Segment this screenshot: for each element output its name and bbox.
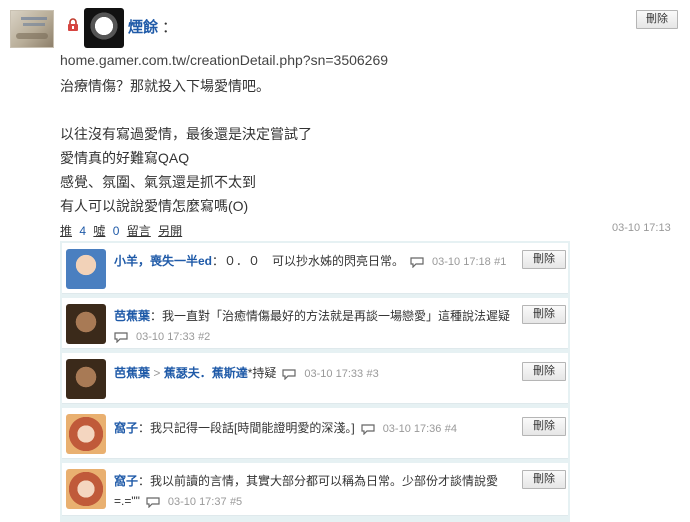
comment-item: 芭蕉葉：我一直對「治癒情傷最好的方法就是再談一場戀愛」這種說法遲疑 03-10 …	[62, 298, 568, 349]
lock-icon	[68, 18, 78, 31]
author-name[interactable]: 煙餘	[128, 16, 158, 37]
commenter-avatar[interactable]	[66, 304, 106, 344]
comment-floor: #2	[198, 331, 211, 343]
commenter-avatar[interactable]	[66, 249, 106, 289]
comment-text-continued: =.=""	[114, 494, 140, 508]
post-line: 愛情真的好難寫QAQ	[60, 150, 190, 166]
comment-timestamp: 03-10 17:18	[432, 256, 491, 268]
comment-timestamp: 03-10 17:37	[167, 496, 227, 508]
reply-bubble-icon[interactable]	[146, 496, 160, 508]
comment-item: 芭蕉葉 > 蕉瑟夫．蕉斯達*持疑 03-10 17:33 #3 刪除	[62, 353, 568, 404]
commenter-avatar[interactable]	[66, 469, 106, 509]
post-line: 治療情傷？那就投入下場愛情吧。	[60, 78, 270, 94]
commenter-name[interactable]: 窩子	[114, 421, 138, 435]
boo-button[interactable]: 噓	[93, 224, 105, 238]
reply-bubble-icon[interactable]	[114, 331, 128, 343]
reply-separator: >	[153, 366, 161, 380]
reply-bubble-icon[interactable]	[410, 256, 424, 268]
comment-floor: #1	[494, 256, 507, 268]
comment-item: 小羊，喪失一半ed：０．０ 可以抄水姊的閃亮日常。 03-10 17:18 #1 …	[62, 243, 568, 294]
post-thumbnail[interactable]	[10, 10, 54, 48]
comment-button[interactable]: 留言	[127, 224, 151, 238]
post-delete-button[interactable]: 刪除	[636, 10, 678, 29]
comment-delete-button[interactable]: 刪除	[522, 250, 566, 269]
post-line: 感覺、氛圍、氣氛還是抓不太到	[60, 174, 256, 190]
author-avatar[interactable]	[84, 8, 124, 48]
comment-text: ：０．０ 可以抄水姊的閃亮日常。	[212, 254, 405, 268]
open-new-button[interactable]: 另開	[158, 224, 182, 238]
post-timestamp: 03-10 17:13	[612, 222, 671, 234]
comment-delete-button[interactable]: 刪除	[522, 470, 566, 489]
commenter-name[interactable]: 小羊，喪失一半ed	[114, 254, 212, 268]
post-link[interactable]: home.gamer.com.tw/creationDetail.php?sn=…	[60, 52, 388, 68]
comment-text: ：我以前讀的言情，其實大部分都可以稱為日常。少部份才談情說愛	[138, 474, 499, 488]
commenter-avatar[interactable]	[66, 359, 106, 399]
comment-delete-button[interactable]: 刪除	[522, 417, 566, 436]
post-line: 有人可以說說愛情怎麼寫嗎(O)	[60, 198, 249, 214]
commenter-avatar[interactable]	[66, 414, 106, 454]
comment-delete-button[interactable]: 刪除	[522, 362, 566, 381]
comment-list: 小羊，喪失一半ed：０．０ 可以抄水姊的閃亮日常。 03-10 17:18 #1 …	[60, 241, 570, 522]
comment-floor: #5	[229, 496, 243, 508]
comment-delete-button[interactable]: 刪除	[522, 305, 566, 324]
comment-timestamp: 03-10 17:33	[304, 368, 364, 380]
reply-target-name[interactable]: 蕉瑟夫．蕉斯達	[164, 366, 248, 380]
comment-text: *持疑	[247, 366, 277, 380]
comment-timestamp: 03-10 17:33	[136, 331, 195, 343]
comment-floor: #3	[366, 368, 379, 380]
post-actions: 推 4 噓 0 留言 另開	[60, 222, 186, 239]
comment-item: 窩子：我只記得一段話[時間能證明愛的深淺。] 03-10 17:36 #4 刪除	[62, 408, 568, 459]
reply-bubble-icon[interactable]	[361, 423, 375, 435]
comment-text: ：我一直對「治癒情傷最好的方法就是再談一場戀愛」這種說法遲疑	[150, 309, 511, 323]
comment-floor: #4	[444, 423, 457, 435]
push-button[interactable]: 推	[60, 224, 72, 238]
push-count[interactable]: 4	[79, 224, 86, 238]
commenter-name[interactable]: 窩子	[114, 474, 138, 488]
author-colon: ：	[162, 19, 178, 36]
commenter-name[interactable]: 芭蕉葉	[114, 366, 150, 380]
comment-item: 窩子：我以前讀的言情，其實大部分都可以稱為日常。少部份才談情說愛 =.="" 03…	[62, 463, 568, 516]
reply-bubble-icon[interactable]	[282, 368, 297, 380]
boo-count[interactable]: 0	[113, 224, 120, 238]
comment-text: ：我只記得一段話[時間能證明愛的深淺。]	[138, 421, 355, 435]
post-line: 以往沒有寫過愛情，最後還是決定嘗試了	[60, 126, 312, 142]
comment-timestamp: 03-10 17:36	[382, 423, 442, 435]
commenter-name[interactable]: 芭蕉葉	[114, 309, 150, 323]
